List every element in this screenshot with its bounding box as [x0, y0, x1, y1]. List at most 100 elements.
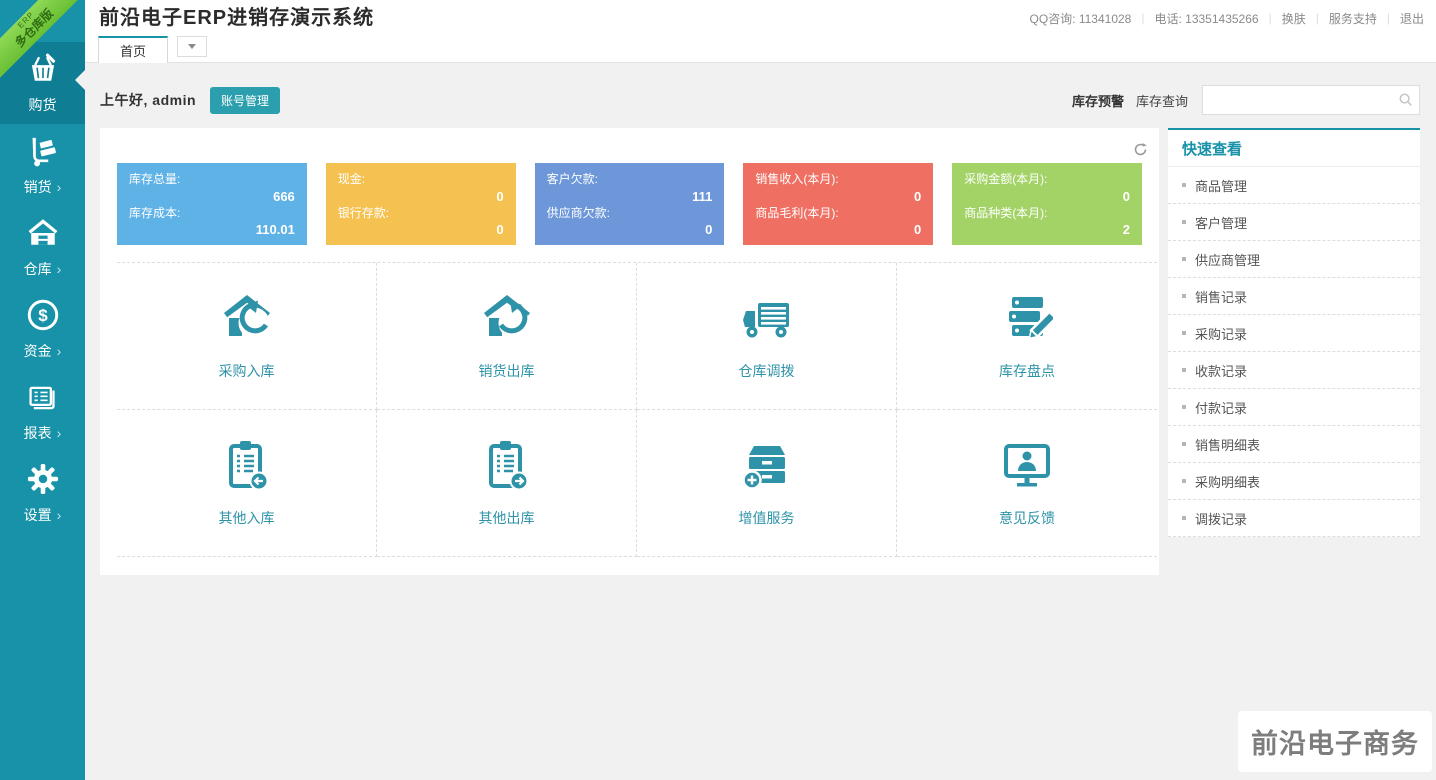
report-icon [26, 380, 60, 414]
trolley-icon [26, 134, 60, 168]
sidebar-item-sales[interactable]: 销货› [0, 124, 85, 206]
stat-label: 销售收入(本月): [755, 172, 921, 188]
stat-value: 0 [338, 222, 504, 238]
tab-dropdown-button[interactable] [177, 36, 207, 57]
inventory-query-link[interactable]: 库存查询 [1136, 91, 1188, 110]
feedback-icon [1001, 439, 1053, 491]
quick-view-item[interactable]: 商品管理 [1168, 167, 1420, 204]
shortcut-value-service[interactable]: 增值服务 [637, 410, 897, 557]
quick-view-item-label: 付款记录 [1195, 398, 1247, 417]
shortcut-stocktake[interactable]: 库存盘点 [897, 263, 1157, 410]
quick-view-item[interactable]: 客户管理 [1168, 204, 1420, 241]
bullet-icon [1182, 442, 1186, 446]
refresh-icon [1133, 142, 1148, 157]
quick-view-item-label: 销售明细表 [1195, 435, 1260, 454]
separator: | [1387, 11, 1390, 25]
shortcut-label: 增值服务 [739, 508, 795, 528]
shortcut-other-out[interactable]: 其他出库 [377, 410, 637, 557]
stat-label: 供应商欠款: [547, 206, 713, 222]
stat-card: 库存总量:666库存成本:110.01 [117, 163, 307, 245]
svg-text:$: $ [38, 305, 48, 324]
sidebar-item-settings[interactable]: 设置› [0, 452, 85, 534]
shortcut-label: 库存盘点 [999, 361, 1055, 381]
app-window: ERP 多仓库版 购货销货›仓库›$资金›报表›设置› 前沿电子ERP进销存演示… [0, 0, 1436, 780]
quick-view-item[interactable]: 销售明细表 [1168, 426, 1420, 463]
inventory-search-input[interactable] [1202, 85, 1420, 115]
truck-icon [741, 292, 793, 344]
bullet-icon [1182, 479, 1186, 483]
dashboard-panel: 库存总量:666库存成本:110.01现金:0银行存款:0客户欠款:111供应商… [100, 128, 1159, 575]
shortcut-label: 销货出库 [479, 361, 535, 381]
quick-view-title: 快速查看 [1168, 130, 1420, 167]
quick-view-item[interactable]: 付款记录 [1168, 389, 1420, 426]
separator: | [1269, 11, 1272, 25]
stat-label: 商品种类(本月): [964, 206, 1130, 222]
shortcut-transfer[interactable]: 仓库调拨 [637, 263, 897, 410]
shortcut-label: 采购入库 [219, 361, 275, 381]
top-link-skin[interactable]: 换肤 [1282, 10, 1306, 27]
inventory-warning-link[interactable]: 库存预警 [1072, 91, 1124, 110]
brand-watermark: 前沿电子商务 [1238, 711, 1432, 772]
separator: | [1316, 11, 1319, 25]
shortcut-label: 其他出库 [479, 508, 535, 528]
tab-home[interactable]: 首页 [98, 36, 168, 63]
sidebar-item-funds[interactable]: $ 资金› [0, 288, 85, 370]
sidebar-item-warehouse[interactable]: 仓库› [0, 206, 85, 288]
house-arrow-in-icon [221, 292, 273, 344]
quick-view-item-label: 供应商管理 [1195, 250, 1260, 269]
bullet-icon [1182, 405, 1186, 409]
sidebar-item-label-row: 仓库› [24, 259, 62, 279]
sidebar-item-label: 报表 [24, 423, 52, 443]
gear-icon [26, 462, 60, 496]
stat-card: 销售收入(本月):0商品毛利(本月):0 [743, 163, 933, 245]
stat-value: 0 [755, 189, 921, 205]
sidebar-item-label-row: 资金› [24, 341, 62, 361]
shortcut-purchase-in[interactable]: 采购入库 [117, 263, 377, 410]
sidebar-item-label: 销货 [24, 177, 52, 197]
quick-view-list: 商品管理客户管理供应商管理销售记录采购记录收款记录付款记录销售明细表采购明细表调… [1168, 167, 1420, 537]
stat-value: 0 [547, 222, 713, 238]
shortcut-label: 意见反馈 [999, 508, 1055, 528]
panels: 库存总量:666库存成本:110.01现金:0银行存款:0客户欠款:111供应商… [100, 128, 1420, 575]
stat-value: 666 [129, 189, 295, 205]
quick-view-item[interactable]: 收款记录 [1168, 352, 1420, 389]
sidebar-item-label-row: 销货› [24, 177, 62, 197]
quick-view-item[interactable]: 采购明细表 [1168, 463, 1420, 500]
clipboard-out-icon [481, 439, 533, 491]
bullet-icon [1182, 220, 1186, 224]
sidebar-item-label-row: 购货 [29, 95, 57, 115]
chevron-right-icon: › [57, 426, 62, 440]
inventory-search [1202, 85, 1420, 115]
search-icon [1398, 92, 1413, 107]
stat-card: 采购金额(本月):0商品种类(本月):2 [952, 163, 1142, 245]
basket-icon [26, 52, 60, 86]
stat-label: 银行存款: [338, 206, 504, 222]
quick-view-item[interactable]: 调拨记录 [1168, 500, 1420, 537]
stat-value: 0 [964, 189, 1130, 205]
stat-value: 110.01 [129, 222, 295, 238]
quick-view-item[interactable]: 销售记录 [1168, 278, 1420, 315]
quick-view-item[interactable]: 供应商管理 [1168, 241, 1420, 278]
top-links: QQ咨询: 11341028|电话: 13351435266|换肤|服务支持|退… [1030, 0, 1424, 36]
quick-view-item-label: 调拨记录 [1195, 509, 1247, 528]
account-manage-button[interactable]: 账号管理 [210, 87, 280, 114]
shortcut-sales-out[interactable]: 销货出库 [377, 263, 637, 410]
top-link-logout[interactable]: 退出 [1400, 10, 1424, 27]
sidebar-item-reports[interactable]: 报表 › [0, 370, 85, 452]
shortcut-other-in[interactable]: 其他入库 [117, 410, 377, 557]
shortcut-feedback[interactable]: 意见反馈 [897, 410, 1157, 557]
separator: | [1141, 11, 1144, 25]
tabbar: 首页 [85, 36, 1436, 63]
top-link-support[interactable]: 服务支持 [1329, 10, 1377, 27]
refresh-button[interactable] [1133, 142, 1149, 158]
bullet-icon [1182, 331, 1186, 335]
stat-label: 库存成本: [129, 206, 295, 222]
quick-view-item[interactable]: 采购记录 [1168, 315, 1420, 352]
page-title: 前沿电子ERP进销存演示系统 [99, 0, 374, 37]
tab-home-label: 首页 [120, 41, 146, 60]
quick-view-item-label: 采购明细表 [1195, 472, 1260, 491]
stat-label: 商品毛利(本月): [755, 206, 921, 222]
bullet-icon [1182, 516, 1186, 520]
warehouse-icon [26, 216, 60, 250]
sidebar-item-label: 设置 [24, 505, 52, 525]
